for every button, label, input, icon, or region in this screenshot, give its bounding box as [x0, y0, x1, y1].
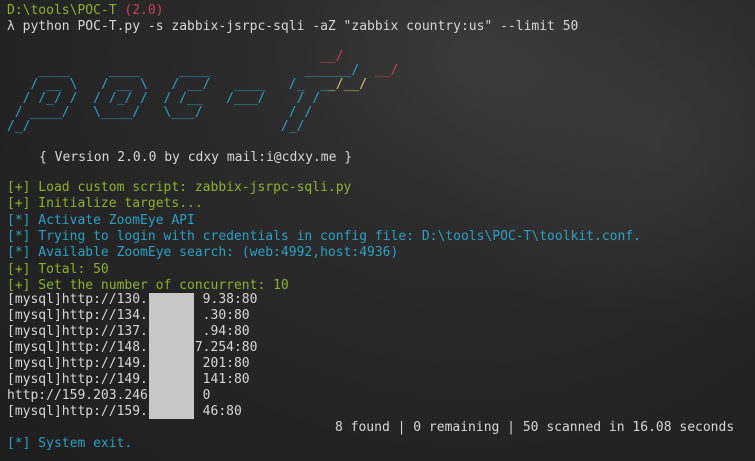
prompt-path: D:\tools\POC-T [7, 3, 117, 18]
result-line: [mysql]http://148.1 7.254:80 [7, 340, 258, 355]
log-line: [+] Total: 50 [7, 261, 109, 277]
result-line: [mysql]http://130.1 9.38:80 [7, 292, 258, 307]
log-line: [+] Load custom script: zabbix-jsrpc-sql… [7, 180, 352, 195]
command-line: λ python POC-T.py -s zabbix-jsrpc-sqli -… [7, 19, 578, 35]
result-line: [mysql]http://149.1 141:80 [7, 372, 250, 387]
background-wallpaper [425, 0, 755, 330]
prompt-version-tag: (2.0) [124, 3, 164, 18]
log-line: [*] Trying to login with credentials in … [7, 228, 641, 244]
logo-line: / ____/ \____/ \___/ / / [7, 105, 313, 120]
terminal-window[interactable]: D:\tools\POC-T (2.0) λ python POC-T.py -… [0, 0, 755, 461]
prompt-line: D:\tools\POC-T (2.0) [7, 3, 164, 19]
log-line: [*] Activate ZoomEye API [7, 212, 195, 228]
logo-line: /_/ /_/ [7, 119, 305, 134]
version-line: { Version 2.0.0 by cdxy mail:i@cdxy.me } [39, 150, 353, 165]
logo-line: ____ ____ ____ ______/ __/ [7, 63, 399, 78]
scan-summary: 8 found | 0 remaining | 50 scanned in 16… [335, 420, 735, 435]
log-line: [+] Initialize targets... [7, 196, 203, 212]
prompt-lambda: λ [7, 19, 15, 34]
result-line: [mysql]http://134.1 .30:80 [7, 308, 250, 323]
logo-line: __/ [7, 49, 344, 64]
result-line: [mysql]http://137.1 .94:80 [7, 324, 250, 339]
poc-t-ascii-logo: __/ ____ ____ ____ ______/ __/ / __ \ / … [7, 50, 398, 134]
result-line: [mysql]http://159.2 46:80 [7, 404, 242, 419]
redaction-block [149, 293, 194, 419]
result-line: [mysql]http://149.1 201:80 [7, 356, 250, 371]
exit-message: [*] System exit. [7, 436, 133, 451]
logo-line: / __ \ / __ \ / __/ ____ /_ __/__/ [7, 77, 368, 92]
command-text: python POC-T.py -s zabbix-jsrpc-sqli -aZ… [22, 19, 579, 34]
logo-line: / /_/ / / /_/ / / /__ /___/ / / [7, 91, 321, 106]
log-line: [*] Available ZoomEye search: (web:4992,… [7, 245, 399, 261]
